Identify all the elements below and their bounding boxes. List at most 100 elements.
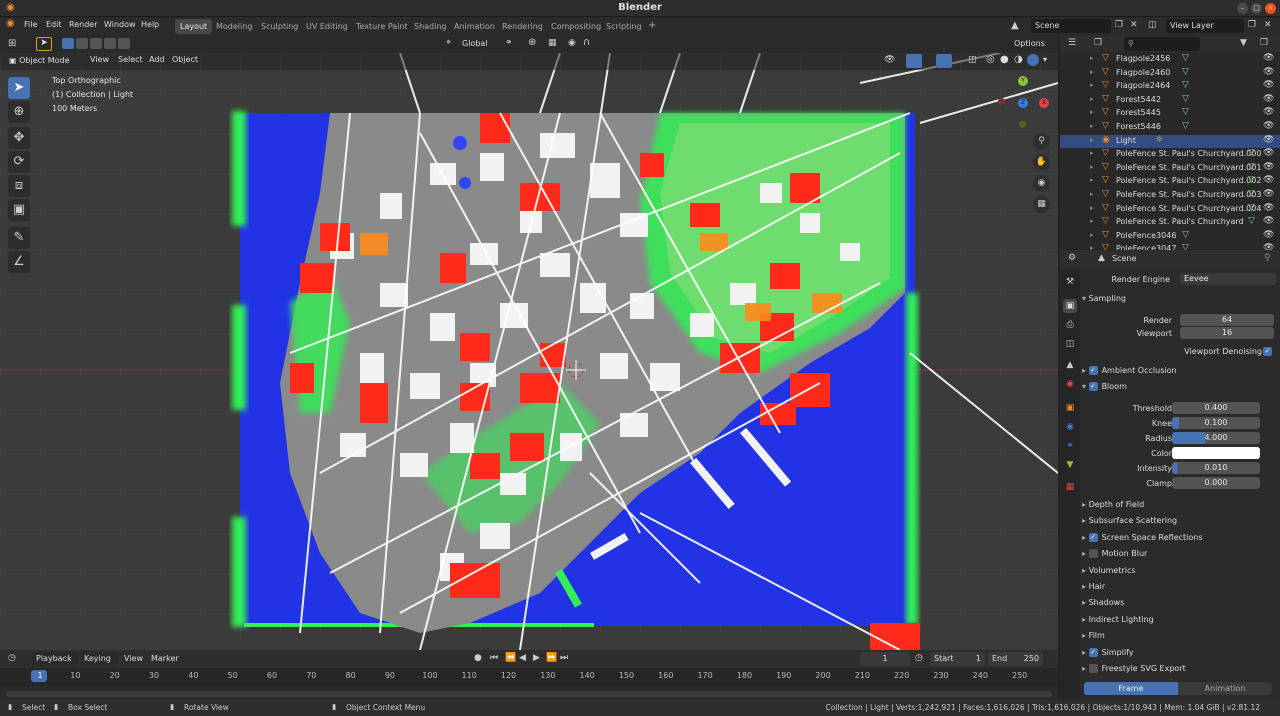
tab-texture-paint[interactable]: Texture Paint [351,19,413,34]
snap-icon[interactable]: ⊕ [528,37,536,48]
menu-keying[interactable]: Keying [80,652,118,666]
rotate-tool-icon[interactable]: ⟳ [8,151,30,173]
filter-icon[interactable]: ▼ [1240,38,1247,48]
panel-film[interactable]: ▸ Film [1082,631,1277,640]
bloom-checkbox[interactable]: ✓ [1088,382,1098,391]
outliner-item[interactable]: ▸ ▽ Forest5442 ▽ 👁 [1060,94,1280,107]
snap-target-icon[interactable]: ▦ [548,38,557,48]
gizmo-neg-x[interactable] [998,98,1005,105]
outliner-item[interactable]: ▸ ▽ PoleFence St. Paul's Churchyard.003 ▽ 👁 [1060,189,1280,202]
outliner[interactable]: ☰ ❐ ⚲ ▼ ❐ ▸ ▽ Flagpole2456 ▽ 👁 ▸ ▽ Flagpole2460… [1060,36,1280,253]
close-icon[interactable]: × [1265,3,1276,14]
panel-checkbox[interactable] [1088,549,1098,559]
expand-arrow-icon[interactable]: ▸ [1090,231,1094,239]
gizmo-y-axis[interactable]: Y [1018,76,1028,86]
panel-volumetrics[interactable]: ▸ Volumetrics [1082,566,1277,575]
select-mode-new-icon[interactable] [62,38,74,49]
outliner-item[interactable]: ▸ ▽ PoleFence St. Paul's Churchyard.002 ▽ 👁 [1060,175,1280,188]
viewport-denoising-checkbox[interactable]: ✓ [1263,347,1272,356]
minimize-icon[interactable]: – [1237,3,1248,14]
outliner-item[interactable]: ▸ ▽ Forest5446 ▽ 👁 [1060,121,1280,134]
timeline[interactable]: ◷ Playback Keying View Marker ● ⏮ ⏪ ◀ ▶ … [0,650,1058,700]
wireframe-shading-icon[interactable]: ◎ [986,54,995,65]
expand-arrow-icon[interactable]: ▸ [1090,54,1094,62]
start-frame-field[interactable]: Start 1 [930,652,985,666]
solid-shading-icon[interactable]: ● [1000,54,1009,65]
panel-checkbox[interactable] [1088,664,1098,673]
expand-arrow-icon[interactable]: ▸ [1090,149,1094,157]
visibility-eye-icon[interactable]: 👁 [1263,94,1274,104]
expand-arrow-icon[interactable]: ▸ [1090,204,1094,212]
maximize-icon[interactable]: □ [1251,3,1262,14]
output-tab-icon[interactable]: ⎙ [1063,318,1077,332]
render-engine-dropdown[interactable]: Eevee [1180,273,1276,285]
tweak-tool-icon[interactable]: ➤ [8,77,30,99]
object-data-tab-icon[interactable]: ▼ [1063,458,1077,472]
texture-tab-icon[interactable]: ▦ [1063,480,1077,494]
new-scene-icon[interactable]: ❐ [1115,20,1123,30]
expand-arrow-icon[interactable]: ▸ [1090,136,1094,144]
display-mode-icon[interactable]: ❐ [1094,38,1102,48]
panel-shadows[interactable]: ▸ Shadows [1082,598,1277,607]
outliner-item[interactable]: ▸ ▽ PoleFence St. Paul's Churchyard ▽ 👁 [1060,216,1280,229]
tab-shading[interactable]: Shading [409,19,452,34]
play-reverse-icon[interactable]: ◀ [519,653,526,663]
ambient-occlusion-panel[interactable]: ▸ ✓ Ambient Occlusion [1082,366,1277,375]
visibility-eye-icon[interactable]: 👁 [1263,107,1274,117]
new-collection-icon[interactable]: ❐ [1260,38,1268,48]
properties-editor-icon[interactable]: ⚙ [1068,253,1076,263]
visibility-icon[interactable]: 👁 [884,55,895,65]
sampling-panel-header[interactable]: ▾ Sampling [1082,294,1277,303]
panel-depth-of-field[interactable]: ▸ Depth of Field [1082,500,1277,509]
select-mode-subtract-icon[interactable] [90,38,102,49]
clamp-field[interactable]: 0.000 [1172,477,1260,489]
record-icon[interactable]: ● [474,653,482,663]
visibility-eye-icon[interactable]: 👁 [1263,53,1274,63]
tab-sculpting[interactable]: Sculpting [256,19,303,34]
timeline-scrollbar[interactable] [6,691,1052,697]
frame-tab[interactable]: Frame [1084,682,1178,695]
outliner-item[interactable]: ▸ ▽ Flagpole2460 ▽ 👁 [1060,67,1280,80]
3d-viewport[interactable]: ▣ Object Mode View Select Add Object 👁 ◫… [0,53,1058,650]
bloom-color-swatch[interactable] [1172,447,1260,459]
ambient-occlusion-checkbox[interactable]: ✓ [1088,366,1098,375]
measure-tool-icon[interactable]: ∠ [8,251,30,273]
physics-tab-icon[interactable]: ◉ [1063,420,1077,434]
preview-range-icon[interactable]: ◷ [915,653,923,663]
radius-slider[interactable]: 4.000 [1172,432,1260,444]
move-tool-icon[interactable]: ✥ [8,127,30,149]
outliner-item[interactable]: ▸ ▽ Flagpole2456 ▽ 👁 [1060,53,1280,66]
visibility-eye-icon[interactable]: 👁 [1263,148,1274,158]
menu-playback[interactable]: Playback [32,652,78,666]
tab-rendering[interactable]: Rendering [497,19,548,34]
prev-keyframe-icon[interactable]: ⏪ [505,653,516,663]
outliner-item[interactable]: ▸ ▽ PoleFence St. Paul's Churchyard.004 ▽ 👁 [1060,203,1280,216]
delete-scene-icon[interactable]: ✕ [1130,20,1138,30]
menu-edit[interactable]: Edit [46,20,62,29]
panel-motion-blur[interactable]: ▸ Motion Blur [1082,549,1277,559]
new-view-layer-icon[interactable]: ❐ [1248,20,1256,30]
timeline-editor-icon[interactable]: ◷ [8,653,16,663]
visibility-eye-icon[interactable]: 👁 [1263,121,1274,131]
visibility-eye-icon[interactable]: 👁 [1263,175,1274,185]
panel-checkbox[interactable]: ✓ [1088,532,1098,542]
outliner-item[interactable]: ▸ ▽ PoleFence St. Paul's Churchyard.001 ▽ 👁 [1060,162,1280,175]
visibility-eye-icon[interactable]: 👁 [1263,230,1274,240]
mode-dropdown[interactable]: ▣ Object Mode [5,54,85,68]
world-tab-icon[interactable]: ◉ [1063,377,1077,391]
visibility-eye-icon[interactable]: 👁 [1263,162,1274,172]
view-layer-tab-icon[interactable]: ◫ [1063,337,1077,351]
expand-arrow-icon[interactable]: ▸ [1090,68,1094,76]
expand-arrow-icon[interactable]: ▸ [1090,190,1094,198]
proportional-edit-icon[interactable]: ◉ [568,38,576,48]
overlays-toggle-icon[interactable] [936,54,952,68]
next-keyframe-icon[interactable]: ⏩ [546,653,557,663]
menu-render[interactable]: Render [69,20,97,29]
editor-type-icon[interactable]: ⊞ [8,38,16,49]
select-mode-intersect-icon[interactable] [118,38,130,49]
visibility-eye-icon[interactable]: 👁 [1263,203,1274,213]
expand-arrow-icon[interactable]: ▸ [1090,176,1094,184]
tab-compositing[interactable]: Compositing [546,19,606,34]
select-mode-invert-icon[interactable] [104,38,116,49]
transform-orientation-dropdown[interactable]: Global [458,37,498,51]
